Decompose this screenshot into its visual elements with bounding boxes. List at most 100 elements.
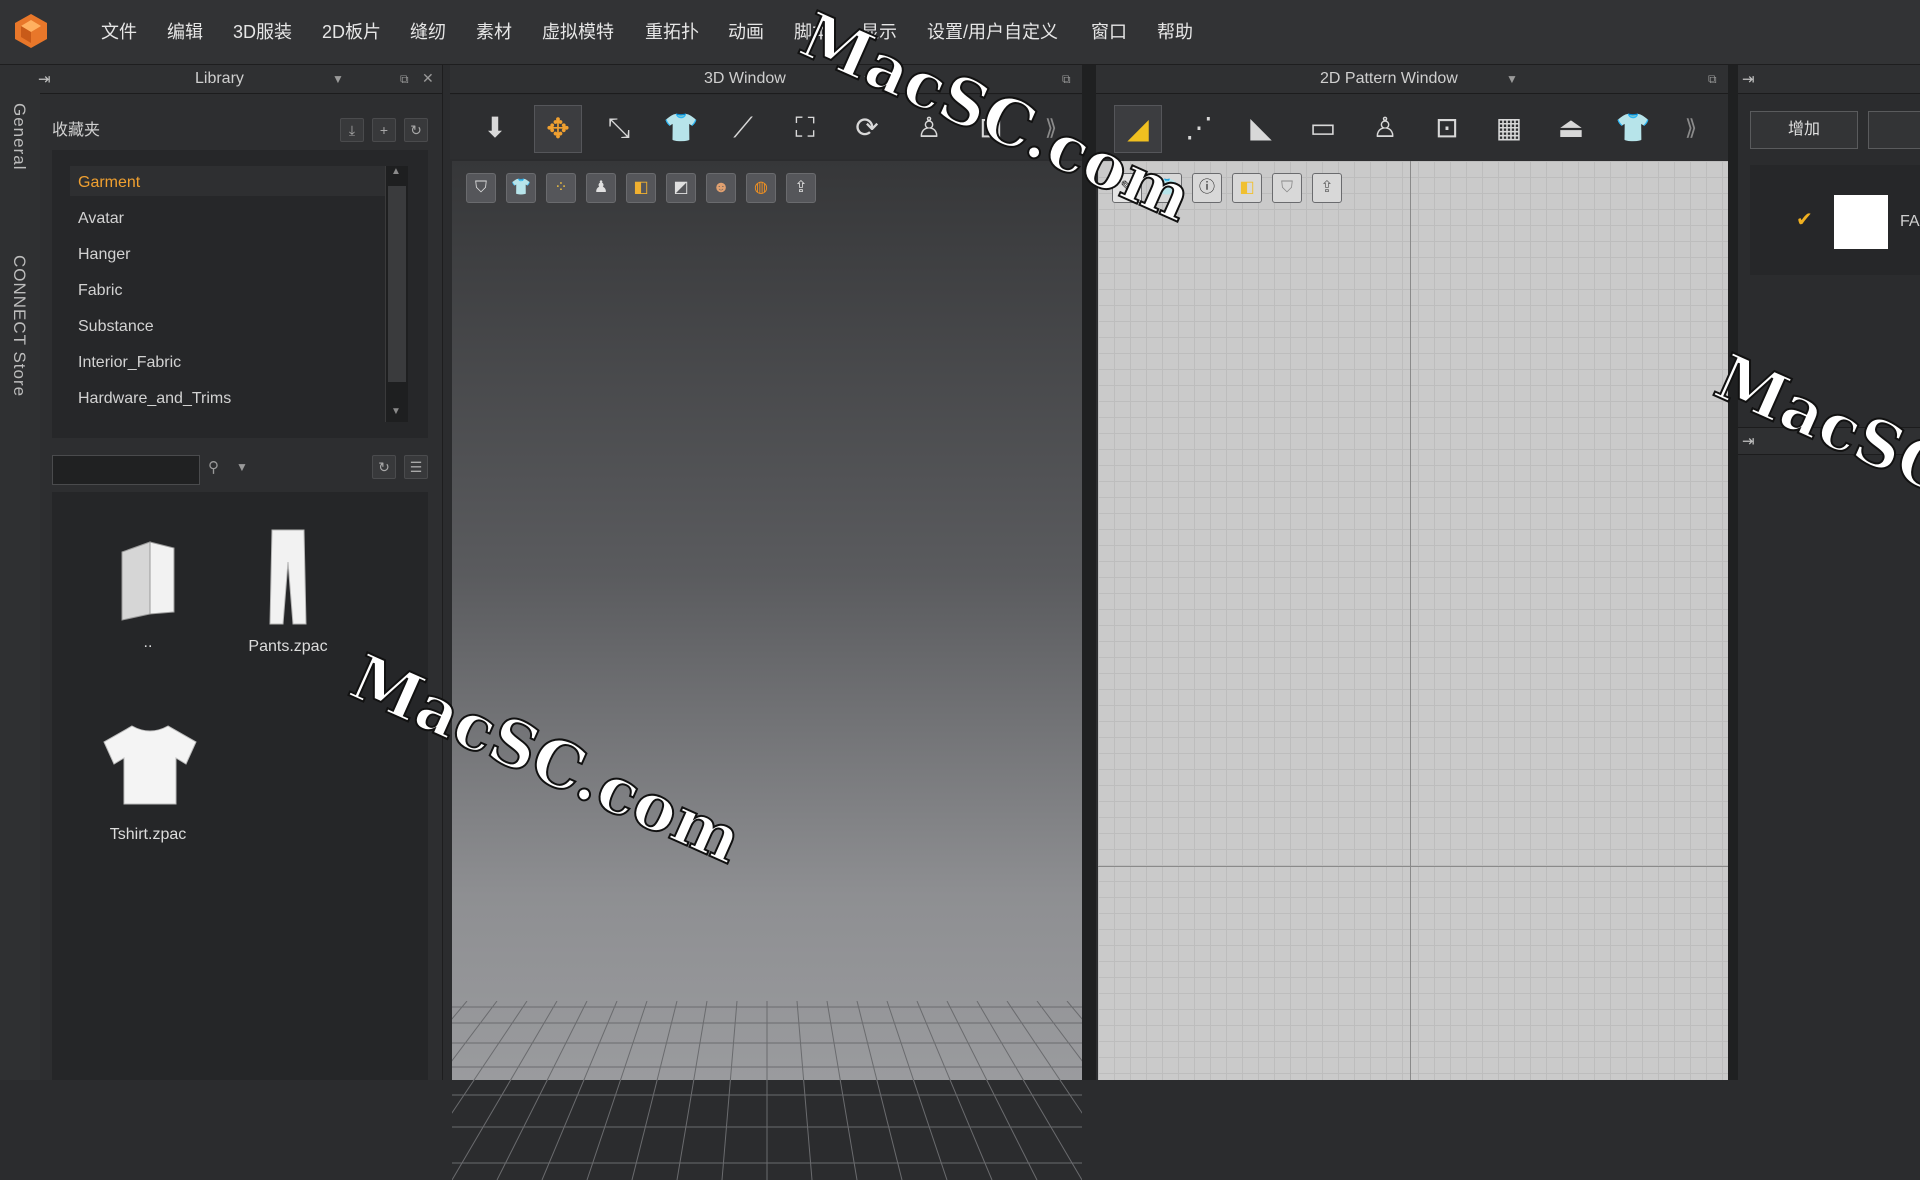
- favorites-title: 收藏夹: [52, 122, 101, 139]
- tab-connect-store[interactable]: CONNECT Store: [9, 255, 29, 397]
- file-label: ..: [143, 634, 153, 651]
- app-logo-icon[interactable]: [12, 12, 50, 50]
- transform-icon[interactable]: ⟳: [844, 105, 890, 151]
- tshirt-icon: [103, 725, 197, 805]
- menu-materials[interactable]: 素材: [476, 18, 512, 44]
- move-icon[interactable]: ✥: [534, 105, 582, 153]
- scroll-down-icon[interactable]: ▼: [391, 406, 401, 417]
- select-mesh-icon[interactable]: ⤡: [596, 105, 642, 151]
- pin-icon[interactable]: ⟋: [720, 105, 766, 151]
- fabric-name: FA: [1900, 213, 1920, 230]
- floor-grid: [452, 1001, 1082, 1180]
- fabric-swatch: [1834, 195, 1888, 249]
- center-line-vertical: [1410, 161, 1411, 1080]
- chevron-down-icon[interactable]: ▼: [332, 72, 344, 86]
- dots-icon[interactable]: ⁘: [546, 173, 576, 203]
- transform-icon[interactable]: ⊡: [1424, 105, 1470, 151]
- dock-arrow-icon[interactable]: ⇥: [38, 70, 51, 88]
- import-icon[interactable]: ⤓: [340, 118, 364, 142]
- tree-item-fabric[interactable]: Fabric: [78, 282, 122, 300]
- menu-file[interactable]: 文件: [101, 18, 137, 44]
- polygon-icon[interactable]: ◣: [1238, 105, 1284, 151]
- garment-view-icon[interactable]: ⛉: [466, 173, 496, 203]
- check-icon: ✔: [1796, 209, 1813, 231]
- menu-2d-pattern[interactable]: 2D板片: [322, 18, 381, 44]
- toolbar-expand-icon[interactable]: ⟫: [1676, 105, 1706, 151]
- window-2d-title: 2D Pattern Window: [1320, 70, 1458, 87]
- menu-sewing[interactable]: 缝纫: [410, 18, 446, 44]
- tree-item-substance[interactable]: Substance: [78, 318, 154, 336]
- sticker-icon[interactable]: ◧: [1232, 173, 1262, 203]
- menu-3d-garment[interactable]: 3D服装: [233, 18, 292, 44]
- menu-animation[interactable]: 动画: [728, 18, 764, 44]
- garment-icon[interactable]: 👕: [658, 105, 704, 151]
- library-tree: Garment Avatar Hanger Fabric Substance I…: [52, 150, 428, 438]
- side-tab-bar: General CONNECT Store: [0, 65, 40, 1080]
- secondary-button[interactable]: [1868, 111, 1920, 149]
- search-dropdown-icon[interactable]: ▼: [236, 460, 248, 474]
- export-icon[interactable]: ⇪: [786, 173, 816, 203]
- menu-settings[interactable]: 设置/用户自定义: [927, 18, 1058, 44]
- viewport-2d[interactable]: ✎ 👕 ⓘ ◧ ⛉ ⇪: [1098, 161, 1728, 1080]
- right-panel-header: ⇥: [1738, 65, 1920, 94]
- shirt-lock-icon[interactable]: ⛉: [1272, 173, 1302, 203]
- close-icon[interactable]: ✕: [422, 70, 434, 87]
- tree-scrollbar[interactable]: ▲ ▼: [385, 166, 408, 422]
- float-icon[interactable]: ⧉: [400, 72, 409, 87]
- float-icon[interactable]: ⧉: [1708, 72, 1717, 87]
- tree-item-garment[interactable]: Garment: [78, 174, 140, 192]
- tshirt-icon[interactable]: 👕: [1610, 105, 1656, 151]
- fold-icon[interactable]: ⛶: [782, 105, 828, 151]
- float-icon[interactable]: ⧉: [1062, 72, 1071, 87]
- menu-edit[interactable]: 编辑: [167, 18, 203, 44]
- chevron-down-icon[interactable]: ▼: [1506, 72, 1518, 86]
- avatar-view-icon[interactable]: ♟: [586, 173, 616, 203]
- tree-item-interior-fabric[interactable]: Interior_Fabric: [78, 354, 181, 372]
- search-icon[interactable]: ⚲: [208, 458, 219, 476]
- add-button[interactable]: 增加: [1750, 111, 1858, 149]
- panel-splitter[interactable]: [1082, 65, 1096, 1080]
- tab-general[interactable]: General: [9, 103, 29, 170]
- refresh-list-icon[interactable]: ↻: [372, 455, 396, 479]
- menu-help[interactable]: 帮助: [1157, 18, 1193, 44]
- panel-splitter[interactable]: [1728, 65, 1738, 1080]
- tree-item-hanger[interactable]: Hanger: [78, 246, 130, 264]
- menu-window[interactable]: 窗口: [1091, 18, 1127, 44]
- menu-retopology[interactable]: 重拓扑: [645, 18, 699, 44]
- menu-avatar[interactable]: 虚拟模特: [542, 18, 614, 44]
- tree-item-hardware-trims[interactable]: Hardware_and_Trims: [78, 390, 231, 408]
- scroll-thumb[interactable]: [388, 186, 406, 382]
- window-2d-pattern: 2D Pattern Window ▼ ⧉ ◢ ⋰ ◣ ▭ ♙ ⊡ ▦ ⏏ 👕 …: [1096, 65, 1728, 1080]
- viewport-3d[interactable]: ⛉ 👕 ⁘ ♟ ◧ ◩ ☻ ◍ ⇪: [452, 161, 1082, 1180]
- dock-arrow-icon[interactable]: ⇥: [1742, 432, 1755, 450]
- grid-icon[interactable]: ▦: [1486, 105, 1532, 151]
- export-icon[interactable]: ⇪: [1312, 173, 1342, 203]
- iron-icon[interactable]: ⏏: [1548, 105, 1594, 151]
- texture-icon[interactable]: ◩: [666, 173, 696, 203]
- file-label: Tshirt.zpac: [109, 826, 187, 843]
- scroll-up-icon[interactable]: ▲: [391, 166, 401, 177]
- center-line-horizontal: [1098, 866, 1728, 867]
- library-file-grid: .. Pants.zpac Tshirt.zpac: [52, 492, 428, 1080]
- skin-icon[interactable]: ☻: [706, 173, 736, 203]
- edit-points-icon[interactable]: ⋰: [1176, 105, 1222, 151]
- fabric-list-item[interactable]: ✔ FA: [1750, 165, 1920, 275]
- library-title: Library: [195, 70, 244, 87]
- object-browser-panel: ⇥ 增加 ✔ FA ⇥: [1738, 65, 1920, 1080]
- fabric-view-icon[interactable]: ◧: [626, 173, 656, 203]
- tshirt-view-icon[interactable]: 👕: [506, 173, 536, 203]
- avatar-pose-icon[interactable]: ♙: [1362, 105, 1408, 151]
- list-view-icon[interactable]: ☰: [404, 455, 428, 479]
- dock-arrow-icon[interactable]: ⇥: [1742, 70, 1755, 88]
- library-search-input[interactable]: [52, 455, 200, 485]
- window-3d: 3D Window ▼ ⧉ ⬇ ✥ ⤡ 👕 ⟋ ⛶ ⟳ ♙ ⊡ ⟫ ⛉ 👕 ⁘ …: [450, 65, 1082, 1180]
- globe-icon[interactable]: ◍: [746, 173, 776, 203]
- add-icon[interactable]: +: [372, 118, 396, 142]
- window-2d-header: 2D Pattern Window ▼ ⧉: [1096, 65, 1728, 94]
- pants-icon: [269, 529, 307, 625]
- refresh-icon[interactable]: ↻: [404, 118, 428, 142]
- folder-icon: [121, 541, 175, 621]
- tree-item-avatar[interactable]: Avatar: [78, 210, 124, 228]
- arrow-down-icon[interactable]: ⬇: [472, 105, 518, 151]
- rectangle-icon[interactable]: ▭: [1300, 105, 1346, 151]
